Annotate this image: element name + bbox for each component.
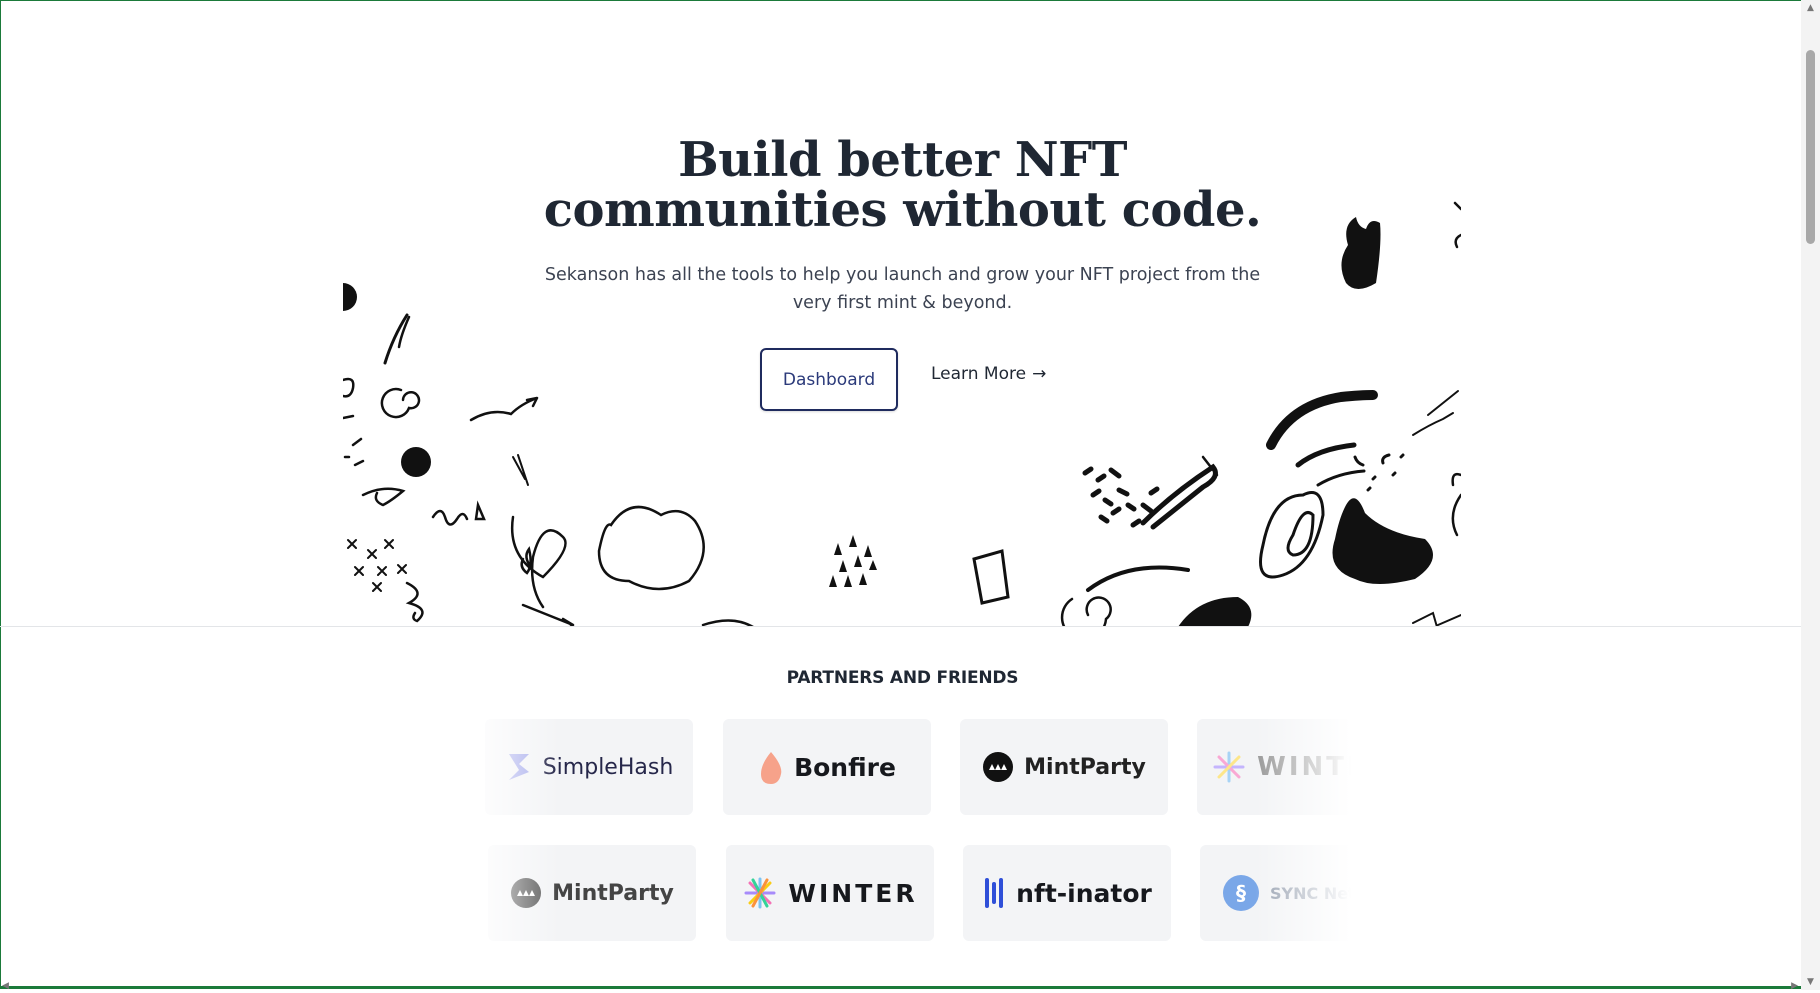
scroll-right-icon[interactable]: ▶ xyxy=(1791,981,1798,991)
hero-title-line2: communities without code. xyxy=(543,182,1262,238)
partner-card-simplehash[interactable]: SimpleHash xyxy=(485,719,693,815)
partner-card-mintparty[interactable]: MintParty xyxy=(960,719,1168,815)
partner-name: MintParty xyxy=(1024,754,1146,780)
nftinator-icon xyxy=(985,878,1004,908)
hero-title-line1: Build better NFT xyxy=(678,132,1127,188)
winter-icon xyxy=(1213,751,1245,783)
vertical-scrollbar[interactable]: ▲ ▼ xyxy=(1801,0,1820,990)
partner-name: SYNC Network xyxy=(1270,883,1401,903)
partner-name: WINTER xyxy=(788,878,918,908)
arrow-right-icon: → xyxy=(1032,364,1047,384)
scroll-up-icon[interactable]: ▲ xyxy=(1801,0,1820,16)
sync-icon: § xyxy=(1223,875,1259,911)
mintparty-icon xyxy=(983,752,1014,782)
partner-name: SimpleHash xyxy=(542,754,674,780)
simplehash-icon xyxy=(508,754,529,780)
bonfire-icon xyxy=(761,752,782,784)
scroll-thumb[interactable] xyxy=(1806,50,1815,244)
partner-card-winter[interactable]: WINTER xyxy=(1197,719,1405,815)
partner-card-winter[interactable]: WINTER xyxy=(726,845,934,941)
scroll-down-icon[interactable]: ▼ xyxy=(1801,974,1820,990)
mintparty-icon xyxy=(511,878,542,908)
partner-card-bonfire[interactable]: Bonfire xyxy=(723,719,931,815)
partners-heading: PARTNERS AND FRIENDS xyxy=(786,668,1019,688)
partner-card-sync[interactable]: § SYNC Network xyxy=(1200,845,1408,941)
partner-name: Bonfire xyxy=(794,752,896,782)
partner-name: WINTER xyxy=(1257,752,1391,782)
partner-name: MintParty xyxy=(552,880,674,906)
learn-more-link[interactable]: Learn More → xyxy=(931,360,1046,388)
svg-text:§: § xyxy=(1236,881,1246,905)
doodle-illustration xyxy=(343,201,1461,627)
section-divider xyxy=(0,626,1801,627)
partner-name: nft-inator xyxy=(1016,878,1152,908)
partner-card-nftinator[interactable]: nft-inator xyxy=(963,845,1171,941)
hero-subtitle: Sekanson has all the tools to help you l… xyxy=(544,265,1261,313)
dashboard-button[interactable]: Dashboard xyxy=(760,348,898,411)
scroll-left-icon[interactable]: ◀ xyxy=(2,981,9,991)
partner-card-mintparty[interactable]: MintParty xyxy=(488,845,696,941)
hero-title: Build better NFT communities without cod… xyxy=(500,135,1305,235)
winter-icon xyxy=(744,877,776,909)
learn-more-label: Learn More xyxy=(931,364,1027,384)
